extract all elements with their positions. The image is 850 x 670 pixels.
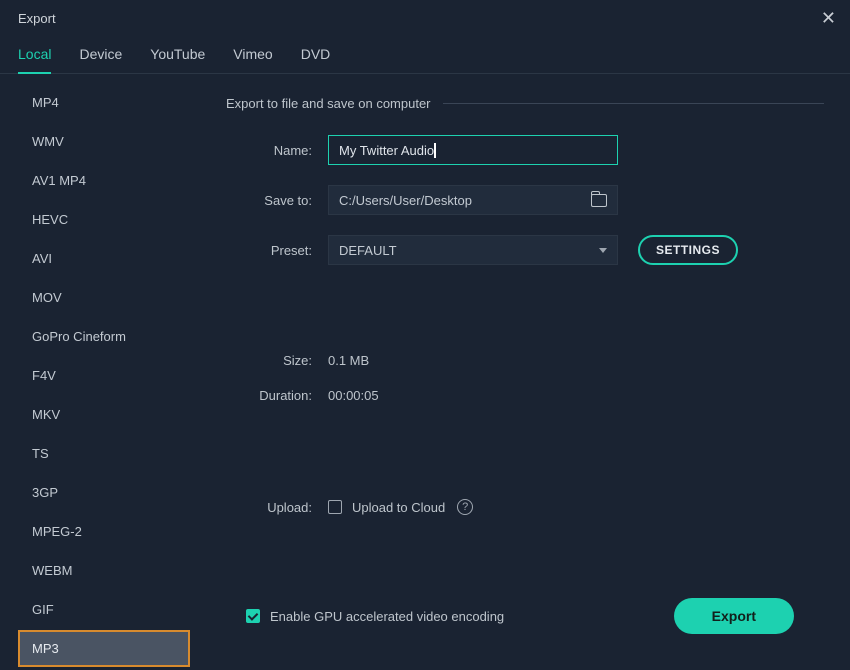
format-gopro[interactable]: GoPro Cineform <box>18 318 190 355</box>
settings-button[interactable]: SETTINGS <box>638 235 738 265</box>
dialog-body: MP4 WMV AV1 MP4 HEVC AVI MOV GoPro Cinef… <box>0 74 850 670</box>
format-mov[interactable]: MOV <box>18 279 190 316</box>
duration-row: Duration: 00:00:05 <box>226 388 824 403</box>
saveto-row: Save to: C:/Users/User/Desktop <box>226 185 824 215</box>
tab-dvd[interactable]: DVD <box>301 40 331 73</box>
window-title: Export <box>18 11 56 26</box>
divider <box>443 103 824 104</box>
duration-label: Duration: <box>226 388 328 403</box>
preset-select[interactable]: DEFAULT <box>328 235 618 265</box>
format-av1mp4[interactable]: AV1 MP4 <box>18 162 190 199</box>
format-wmv[interactable]: WMV <box>18 123 190 160</box>
name-value: My Twitter Audio <box>339 143 434 158</box>
chevron-down-icon <box>599 248 607 253</box>
duration-value: 00:00:05 <box>328 388 379 403</box>
tabs: Local Device YouTube Vimeo DVD <box>0 32 850 74</box>
upload-row: Upload: Upload to Cloud ? <box>226 499 824 515</box>
preset-value: DEFAULT <box>339 243 397 258</box>
titlebar: Export ✕ <box>0 0 850 32</box>
close-icon[interactable]: ✕ <box>821 9 836 27</box>
text-cursor <box>434 143 436 158</box>
format-hevc[interactable]: HEVC <box>18 201 190 238</box>
tab-youtube[interactable]: YouTube <box>150 40 205 73</box>
name-input[interactable]: My Twitter Audio <box>328 135 618 165</box>
section-title: Export to file and save on computer <box>226 96 431 111</box>
size-label: Size: <box>226 353 328 368</box>
gpu-row: Enable GPU accelerated video encoding <box>246 609 504 624</box>
tab-local[interactable]: Local <box>18 40 51 74</box>
export-button[interactable]: Export <box>674 598 794 634</box>
saveto-value: C:/Users/User/Desktop <box>339 193 472 208</box>
footer: Enable GPU accelerated video encoding Ex… <box>226 584 824 654</box>
format-avi[interactable]: AVI <box>18 240 190 277</box>
tab-device[interactable]: Device <box>79 40 122 73</box>
format-mkv[interactable]: MKV <box>18 396 190 433</box>
name-label: Name: <box>226 143 328 158</box>
size-value: 0.1 MB <box>328 353 369 368</box>
saveto-label: Save to: <box>226 193 328 208</box>
name-row: Name: My Twitter Audio <box>226 135 824 165</box>
format-mp4[interactable]: MP4 <box>18 84 190 121</box>
upload-block: Upload: Upload to Cloud ? <box>226 499 824 515</box>
help-icon[interactable]: ? <box>457 499 473 515</box>
info-block: Size: 0.1 MB Duration: 00:00:05 <box>226 353 824 423</box>
saveto-input[interactable]: C:/Users/User/Desktop <box>328 185 618 215</box>
folder-icon[interactable] <box>591 194 607 207</box>
format-mpeg2[interactable]: MPEG-2 <box>18 513 190 550</box>
preset-label: Preset: <box>226 243 328 258</box>
section-header: Export to file and save on computer <box>226 96 824 111</box>
preset-row: Preset: DEFAULT SETTINGS <box>226 235 824 265</box>
upload-label: Upload: <box>226 500 328 515</box>
upload-checkbox[interactable] <box>328 500 342 514</box>
gpu-checkbox[interactable] <box>246 609 260 623</box>
format-3gp[interactable]: 3GP <box>18 474 190 511</box>
format-ts[interactable]: TS <box>18 435 190 472</box>
gpu-label: Enable GPU accelerated video encoding <box>270 609 504 624</box>
format-webm[interactable]: WEBM <box>18 552 190 589</box>
format-sidebar: MP4 WMV AV1 MP4 HEVC AVI MOV GoPro Cinef… <box>0 74 200 670</box>
upload-checkbox-label: Upload to Cloud <box>352 500 445 515</box>
tab-vimeo[interactable]: Vimeo <box>233 40 272 73</box>
format-f4v[interactable]: F4V <box>18 357 190 394</box>
size-row: Size: 0.1 MB <box>226 353 824 368</box>
export-dialog: Export ✕ Local Device YouTube Vimeo DVD … <box>0 0 850 670</box>
format-gif[interactable]: GIF <box>18 591 190 628</box>
main-panel: Export to file and save on computer Name… <box>200 74 850 670</box>
format-mp3[interactable]: MP3 <box>18 630 190 667</box>
